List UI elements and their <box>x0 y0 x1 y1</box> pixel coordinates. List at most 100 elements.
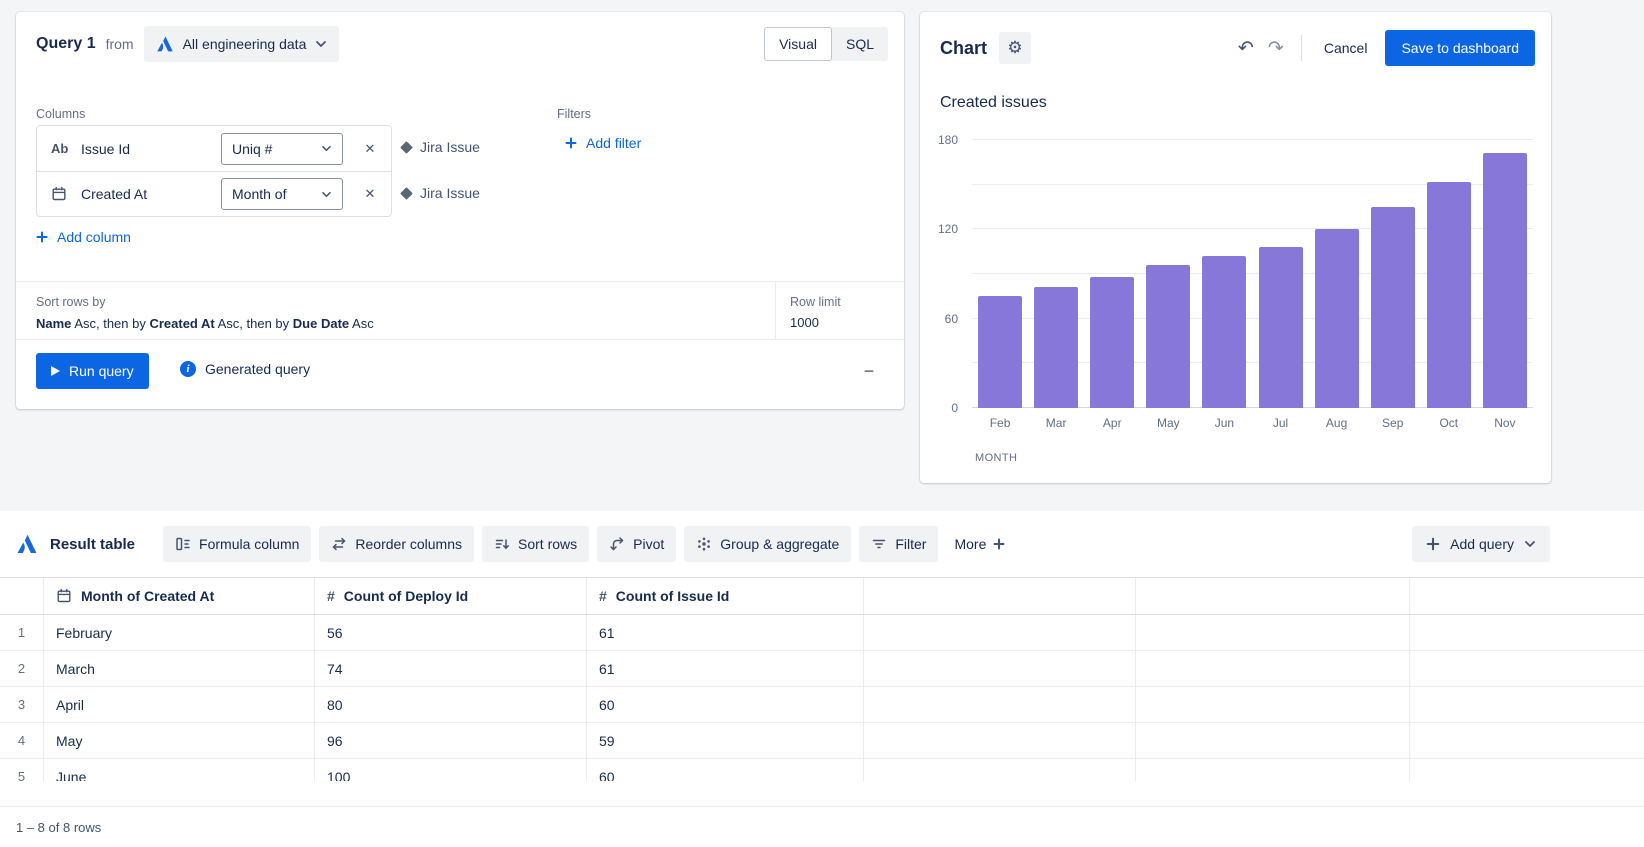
visual-tab[interactable]: Visual <box>764 27 832 61</box>
aggregation-value: Uniq # <box>232 141 272 157</box>
empty-cell <box>1410 759 1644 781</box>
row-number: 4 <box>0 723 44 758</box>
empty-cell <box>1410 687 1644 722</box>
corner-cell <box>0 578 44 614</box>
filter-button[interactable]: Filter <box>859 526 938 562</box>
cell-month: April <box>44 687 315 722</box>
header-month-of-created-at[interactable]: Month of Created At <box>44 578 315 614</box>
add-column-button[interactable]: Add column <box>36 229 131 245</box>
x-axis-label: Feb <box>972 416 1028 430</box>
bar-mar <box>1034 287 1078 408</box>
empty-cell <box>1136 723 1410 758</box>
divider <box>16 339 904 340</box>
more-button[interactable]: More <box>946 526 1013 562</box>
atlassian-logo-icon <box>16 533 38 555</box>
x-axis-label: Jun <box>1196 416 1252 430</box>
empty-cell <box>864 651 1136 686</box>
aggregation-select[interactable]: Uniq # <box>221 133 343 165</box>
data-source-label: All engineering data <box>183 36 307 52</box>
analytics-editor-screen: Query 1 from All engineering data <box>0 0 1644 847</box>
row-number: 3 <box>0 687 44 722</box>
view-mode-toggle: Visual SQL <box>764 27 888 61</box>
chevron-down-icon <box>321 191 332 198</box>
x-axis-label: Sep <box>1365 416 1421 430</box>
result-section: Result table Formula column Reorder colu… <box>0 511 1644 847</box>
filters-section-label: Filters <box>557 107 591 121</box>
sql-tab[interactable]: SQL <box>832 27 888 61</box>
undo-button[interactable]: ↶ <box>1231 33 1261 63</box>
cell-issue-count: 61 <box>587 615 864 650</box>
chart-header: Chart ⚙ <box>940 32 1031 64</box>
cell-issue-count: 61 <box>587 651 864 686</box>
generated-query-link[interactable]: i Generated query <box>180 361 310 377</box>
bar-slot <box>1252 140 1308 408</box>
play-icon <box>51 366 60 376</box>
y-axis-tick-label: 60 <box>945 312 958 326</box>
sort-description[interactable]: Name Asc, then by Created At Asc, then b… <box>36 316 374 331</box>
data-source-dropdown[interactable]: All engineering data <box>144 26 340 62</box>
remove-column-button[interactable]: ✕ <box>353 133 387 165</box>
chevron-down-icon <box>321 145 332 152</box>
bar-slot <box>1028 140 1084 408</box>
x-axis-label: Jul <box>1252 416 1308 430</box>
atlassian-logo-icon <box>156 35 174 53</box>
table-header-row: Month of Created At # Count of Deploy Id… <box>0 577 1644 615</box>
bar-jun <box>1202 256 1246 408</box>
minus-icon: − <box>864 361 875 382</box>
chart-y-axis: 060120180 <box>928 140 964 408</box>
formula-column-button[interactable]: Formula column <box>163 526 311 562</box>
remove-column-button[interactable]: ✕ <box>353 178 387 210</box>
group-aggregate-button[interactable]: Group & aggregate <box>684 526 851 562</box>
cell-month: May <box>44 723 315 758</box>
pivot-button[interactable]: Pivot <box>597 526 676 562</box>
table-row: 4 May 96 59 <box>0 723 1644 759</box>
save-to-dashboard-button[interactable]: Save to dashboard <box>1385 30 1535 66</box>
y-axis-tick-label: 0 <box>951 401 958 415</box>
divider <box>775 281 776 339</box>
cell-issue-count: 59 <box>587 723 864 758</box>
query-header: Query 1 from All engineering data <box>36 26 339 62</box>
empty-cell <box>1136 687 1410 722</box>
collapse-query-button[interactable]: − <box>856 358 882 384</box>
gear-icon: ⚙ <box>1007 38 1022 58</box>
y-axis-tick-label: 120 <box>938 222 958 236</box>
group-aggregate-icon <box>696 536 712 552</box>
cell-deploy-count: 100 <box>315 759 587 781</box>
chart-title: Created issues <box>940 94 1047 112</box>
row-limit-value[interactable]: 1000 <box>790 315 819 330</box>
bar-jul <box>1259 247 1303 408</box>
header-count-of-issue-id[interactable]: # Count of Issue Id <box>587 578 864 614</box>
y-axis-tick-label: 180 <box>938 133 958 147</box>
column-row-created-at: Created At Month of ✕ <box>37 171 391 216</box>
table-row: 2 March 74 61 <box>0 651 1644 687</box>
sort-rows-button[interactable]: Sort rows <box>482 526 589 562</box>
header-count-of-deploy-id[interactable]: # Count of Deploy Id <box>315 578 587 614</box>
add-filter-button[interactable]: Add filter <box>565 135 641 151</box>
calendar-icon <box>56 588 72 604</box>
add-query-button[interactable]: Add query <box>1412 526 1550 562</box>
filter-icon <box>871 536 887 552</box>
bar-slot <box>1084 140 1140 408</box>
table-row: 1 February 56 61 <box>0 615 1644 651</box>
cell-month: March <box>44 651 315 686</box>
chart-actions: ↶ ↷ Cancel Save to dashboard <box>1231 30 1535 66</box>
query-title: Query 1 <box>36 35 96 53</box>
x-axis-label: Mar <box>1028 416 1084 430</box>
aggregation-select[interactable]: Month of <box>221 178 343 210</box>
cancel-button[interactable]: Cancel <box>1312 30 1380 66</box>
x-axis-label: Aug <box>1309 416 1365 430</box>
bar-slot <box>1309 140 1365 408</box>
bar-aug <box>1315 229 1359 408</box>
chart-settings-button[interactable]: ⚙ <box>999 32 1031 64</box>
bar-slot <box>1196 140 1252 408</box>
reorder-columns-button[interactable]: Reorder columns <box>319 526 474 562</box>
bar-nov <box>1483 153 1527 408</box>
chart-panel: Chart ⚙ ↶ ↷ Cancel Save to dashboard Cre… <box>920 12 1551 483</box>
empty-cell <box>1410 615 1644 650</box>
redo-button[interactable]: ↷ <box>1261 33 1291 63</box>
number-type-icon: # <box>327 588 335 604</box>
run-query-button[interactable]: Run query <box>36 353 149 389</box>
query-from-label: from <box>106 36 134 52</box>
source-table-label: Jira Issue <box>420 185 480 201</box>
table-footer: 1 – 8 of 8 rows <box>0 806 1644 847</box>
